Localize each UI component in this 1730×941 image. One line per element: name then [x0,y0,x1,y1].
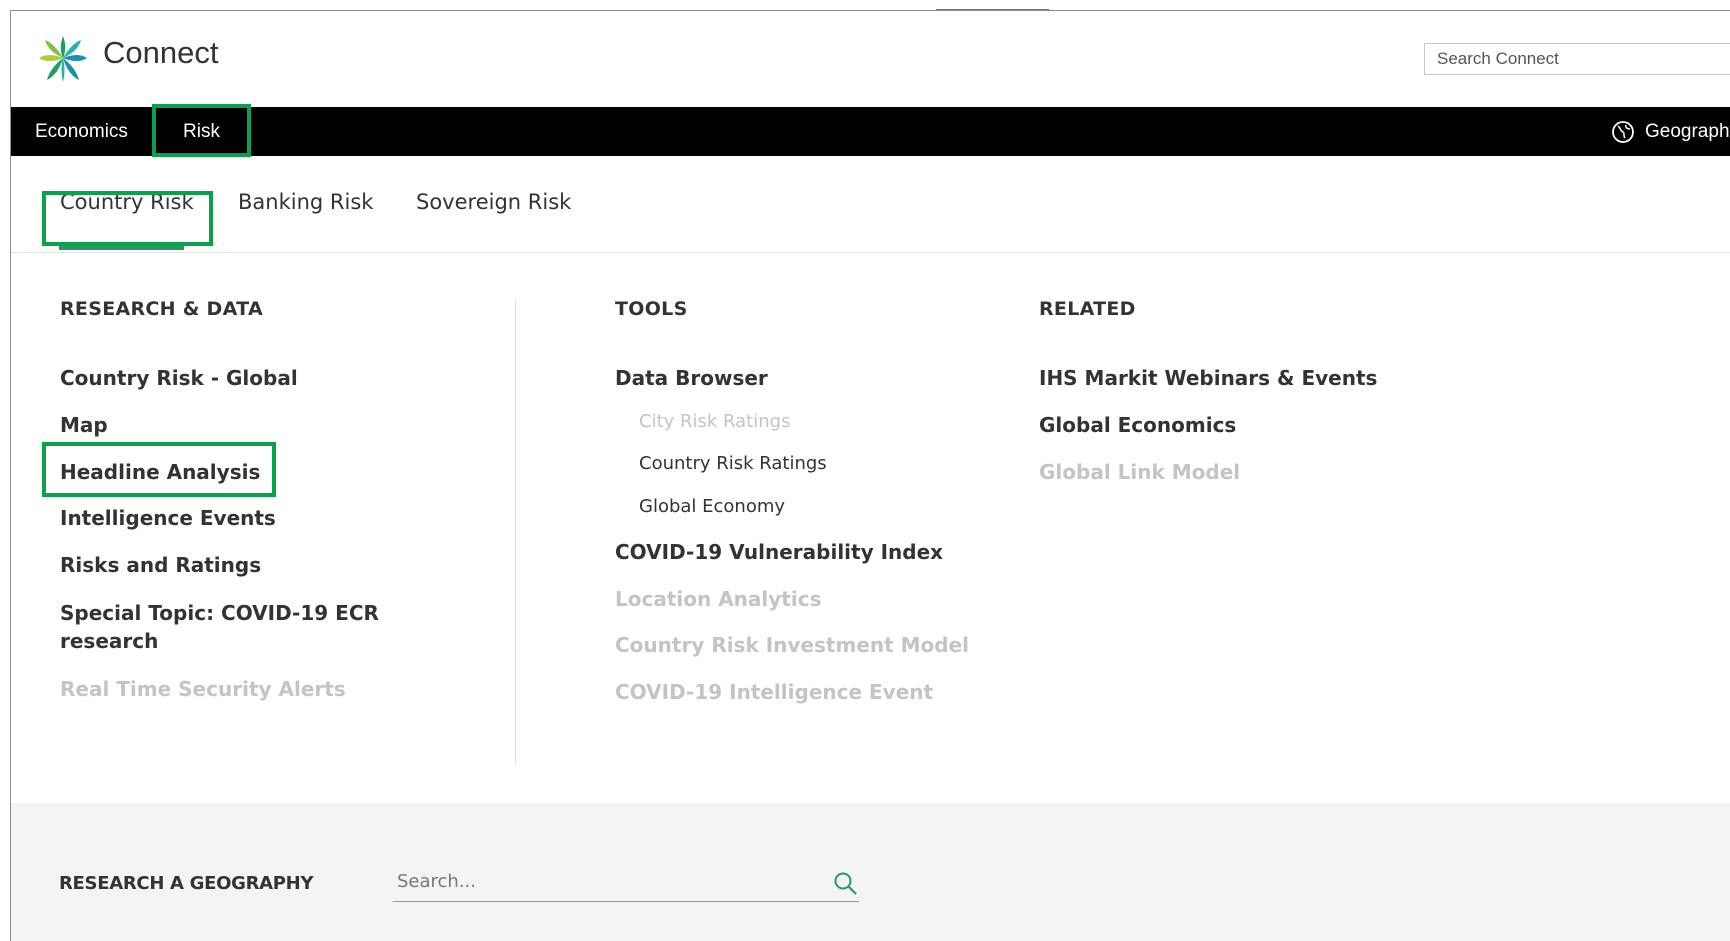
link-data-browser[interactable]: Data Browser [615,364,768,392]
research-heading: RESEARCH & DATA [60,298,263,320]
nav-economics[interactable]: Economics [35,107,128,156]
link-global-economics[interactable]: Global Economics [1039,411,1236,439]
link-special-topic-covid[interactable]: Special Topic: COVID-19 ECR research [60,599,380,655]
main-navbar: Economics Risk Geography [11,104,1730,157]
search-icon[interactable] [833,871,859,897]
geography-label: Geography [1645,121,1730,142]
active-tab-underline [59,246,184,250]
link-global-link-model: Global Link Model [1039,460,1241,484]
tools-heading: TOOLS [615,298,688,320]
link-country-risk-ratings[interactable]: Country Risk Ratings [639,453,827,474]
link-real-time-security-alerts: Real Time Security Alerts [60,677,346,701]
search-connect-input[interactable] [1424,43,1730,75]
globe-icon [1612,120,1634,143]
link-ihs-markit-webinars[interactable]: IHS Markit Webinars & Events [1039,364,1377,392]
header: Connect [11,11,1730,107]
link-country-risk-global[interactable]: Country Risk - Global [60,364,298,392]
geography-search-input[interactable] [393,863,801,899]
link-map[interactable]: Map [60,411,108,439]
subtabs: Country Risk Banking Risk Sovereign Risk [11,156,1730,253]
nav-risk[interactable]: Risk [156,107,247,156]
link-global-economy[interactable]: Global Economy [639,496,785,517]
link-covid-vulnerability-index[interactable]: COVID-19 Vulnerability Index [615,538,943,566]
link-headline-analysis[interactable]: Headline Analysis [60,458,260,486]
link-country-risk-investment-model: Country Risk Investment Model [615,633,970,657]
app-window: Connect Economics Risk Geography Country… [10,10,1730,941]
link-intelligence-events[interactable]: Intelligence Events [60,504,276,532]
link-covid-intelligence-event: COVID-19 Intelligence Event [615,680,934,704]
geography-search [393,863,859,902]
tab-sovereign-risk[interactable]: Sovereign Risk [416,190,571,214]
app-title: Connect [103,35,219,70]
research-geography-label: RESEARCH A GEOGRAPHY [59,873,314,894]
tab-banking-risk[interactable]: Banking Risk [238,190,373,214]
link-risks-and-ratings[interactable]: Risks and Ratings [60,551,261,579]
geography-menu[interactable]: Geography [1611,107,1730,156]
research-geography-bar: RESEARCH A GEOGRAPHY [11,803,1730,941]
logo-icon[interactable] [35,30,91,86]
link-city-risk-ratings: City Risk Ratings [639,411,791,432]
tab-country-risk[interactable]: Country Risk [60,190,194,214]
link-location-analytics: Location Analytics [615,587,822,611]
column-divider [515,299,516,765]
related-heading: RELATED [1039,298,1136,320]
